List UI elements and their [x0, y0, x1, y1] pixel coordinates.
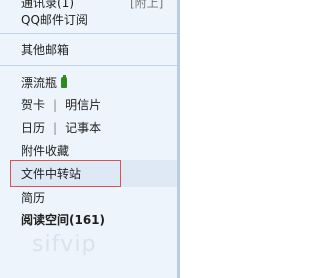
contacts-badge: [附上] — [130, 0, 164, 10]
sidebar-item-resume[interactable]: 简历 — [21, 188, 45, 208]
content-pane — [177, 0, 250, 278]
sidebar-item-notebook[interactable]: 记事本 — [65, 121, 101, 135]
sidebar-row-calendar: 日历 | 记事本 — [21, 118, 101, 138]
separator: | — [53, 98, 58, 112]
sidebar-item-reading-space[interactable]: 阅读空间(161) — [21, 210, 105, 230]
sidebar: 通讯录(1) [附上] QQ邮件订阅 其他邮箱 漂流瓶 贺卡 | 明信片 日历 | 记事… — [0, 0, 177, 278]
divider-line — [0, 33, 177, 34]
bottle-icon — [61, 75, 68, 88]
drift-bottle-label: 漂流瓶 — [21, 76, 58, 90]
sidebar-item-drift-bottle[interactable]: 漂流瓶 — [21, 73, 68, 93]
divider-line — [0, 65, 177, 66]
sidebar-item-greeting-card[interactable]: 贺卡 — [21, 98, 45, 112]
sidebar-item-other-mailbox[interactable]: 其他邮箱 — [21, 40, 69, 60]
sidebar-row-cards: 贺卡 | 明信片 — [21, 95, 101, 115]
sidebar-border — [177, 0, 180, 278]
sidebar-item-calendar[interactable]: 日历 — [21, 121, 45, 135]
annotation-box — [10, 160, 121, 187]
sidebar-item-postcard[interactable]: 明信片 — [65, 98, 101, 112]
separator: | — [53, 121, 58, 135]
sidebar-item-attachments[interactable]: 附件收藏 — [21, 141, 69, 161]
watermark: sifvip — [32, 232, 97, 257]
sidebar-item-qq-subscription[interactable]: QQ邮件订阅 — [21, 10, 88, 30]
